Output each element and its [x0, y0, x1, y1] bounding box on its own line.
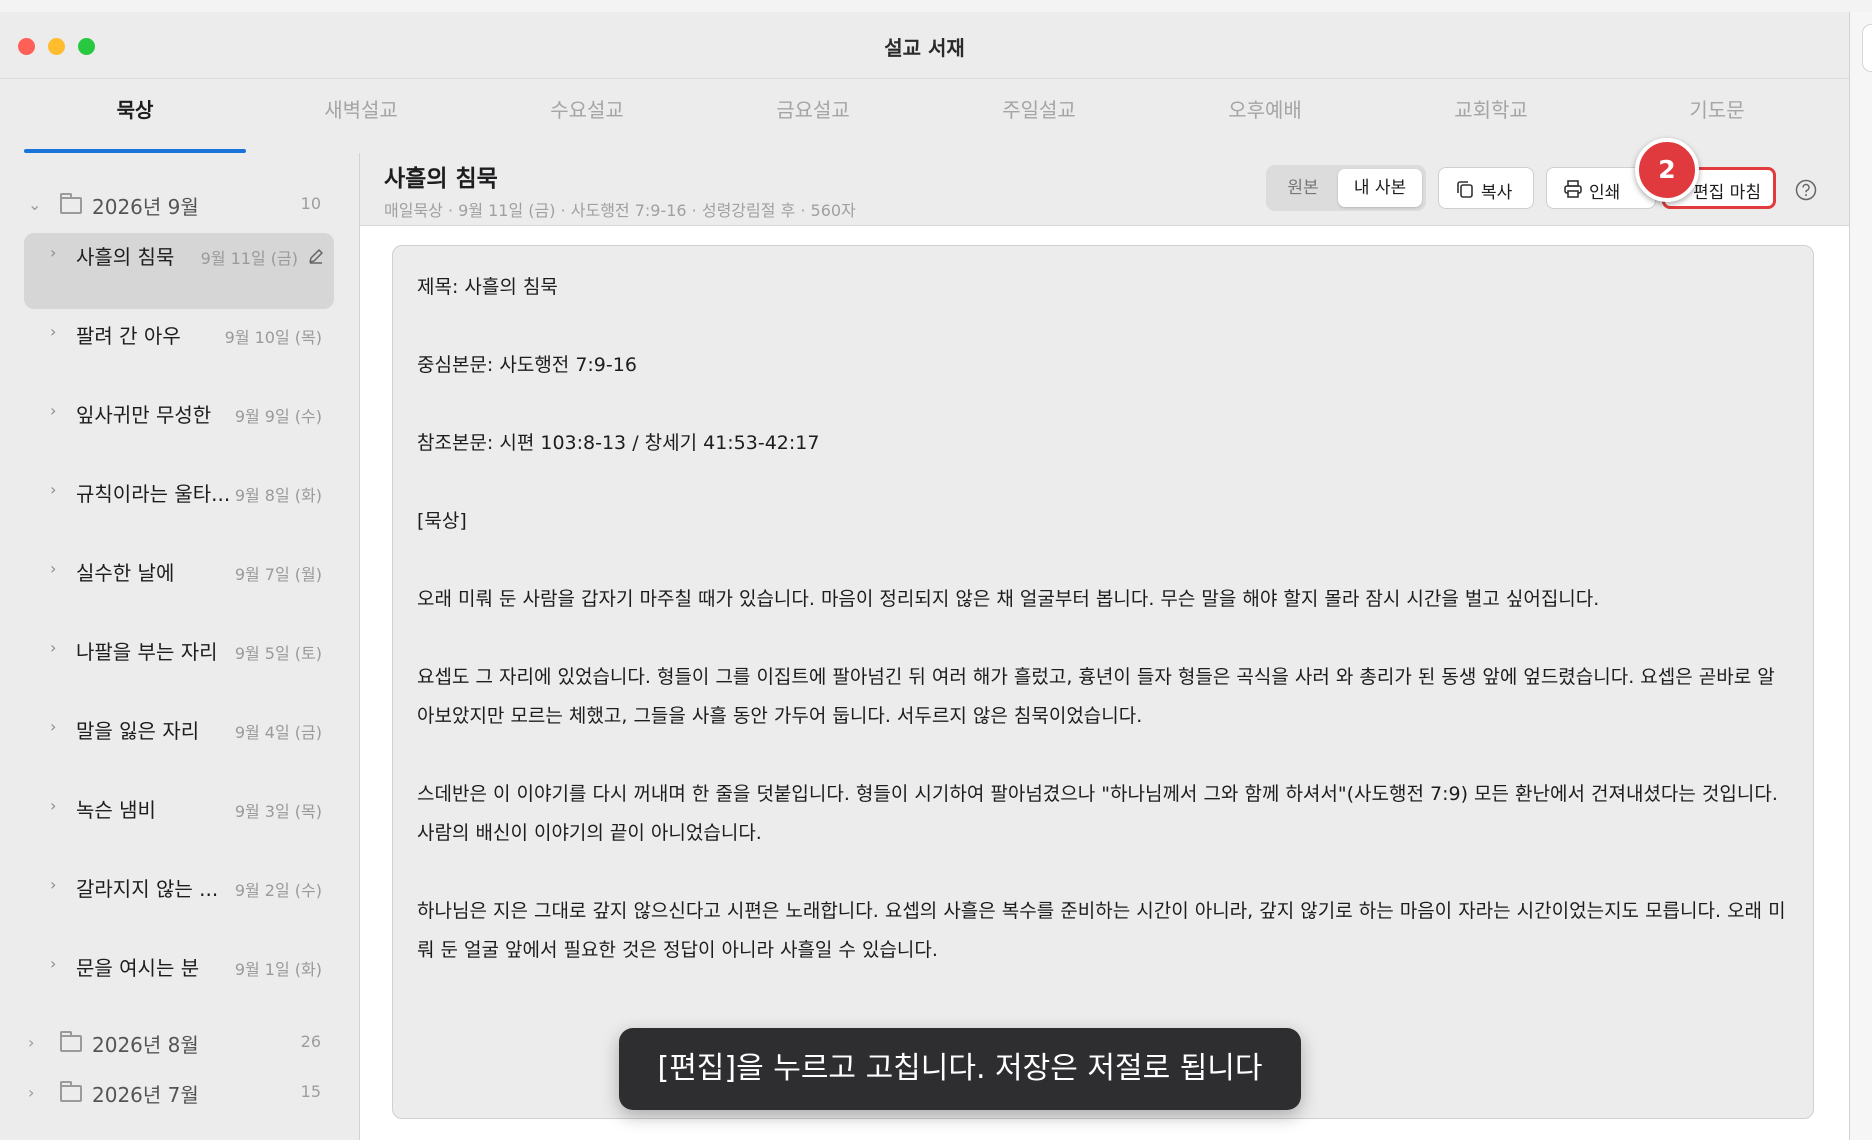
entry-title: 실수한 날에	[76, 561, 175, 585]
folder-count: 15	[300, 1082, 321, 1101]
paragraph-section-heading: [묵상]	[417, 510, 467, 532]
tab-wednesday-sermon[interactable]: 수요설교	[474, 79, 700, 153]
my-copy-option[interactable]: 내 사본	[1338, 169, 1422, 207]
tab-sunday-sermon[interactable]: 주일설교	[926, 79, 1152, 153]
entry-title: 녹슨 냄비	[76, 798, 156, 822]
tutorial-toast: [편집]을 누르고 고칩니다. 저장은 저절로 됩니다	[619, 1028, 1301, 1110]
document-title: 사흘의 침묵	[384, 166, 498, 192]
chevron-right-icon: ›	[50, 717, 57, 736]
list-item[interactable]: › 문을 여시는 분 9월 1일 (화)	[24, 944, 334, 1020]
document-meta: 매일묵상 · 9월 11일 (금) · 사도행전 7:9-16 · 성령강림절 …	[384, 201, 856, 220]
entry-title: 말을 잃은 자리	[76, 719, 200, 743]
printer-icon	[1564, 180, 1582, 198]
tutorial-step-badge: 2	[1635, 138, 1699, 202]
paragraph: 하나님은 지은 그대로 갚지 않으신다고 시편은 노래합니다. 요셉의 사흘은 …	[417, 900, 1786, 961]
document-header: 사흘의 침묵 매일묵상 · 9월 11일 (금) · 사도행전 7:9-16 ·…	[360, 153, 1849, 226]
list-item[interactable]: › 나팔을 부는 자리 9월 5일 (토)	[24, 628, 334, 704]
entry-title: 규칙이라는 울타...	[76, 482, 231, 506]
document-editor[interactable]: 제목: 사흘의 침묵 중심본문: 사도행전 7:9-16 참조본문: 시편 10…	[392, 245, 1814, 1119]
chevron-down-icon: ⌄	[28, 195, 42, 214]
entry-date: 9월 9일 (수)	[234, 407, 322, 426]
entry-date: 9월 7일 (월)	[234, 565, 322, 584]
chevron-right-icon: ›	[28, 1083, 35, 1102]
copy-label: 복사	[1481, 183, 1513, 203]
list-item[interactable]: › 말을 잃은 자리 9월 4일 (금)	[24, 707, 334, 783]
paragraph-title: 제목: 사흘의 침묵	[417, 276, 558, 298]
paragraph-main-passage: 중심본문: 사도행전 7:9-16	[417, 354, 637, 376]
folder-2026-09[interactable]: ⌄ 2026년 9월 10	[0, 187, 359, 227]
folder-name: 2026년 8월	[92, 1033, 199, 1057]
entry-date: 9월 5일 (토)	[234, 644, 322, 663]
folder-2026-08[interactable]: › 2026년 8월 26	[0, 1025, 359, 1065]
folder-2026-07[interactable]: › 2026년 7월 15	[0, 1075, 359, 1115]
paragraph-reference-passage: 참조본문: 시편 103:8-13 / 창세기 41:53-42:17	[417, 432, 820, 454]
folder-icon	[60, 193, 82, 214]
tab-prayers[interactable]: 기도문	[1604, 79, 1830, 153]
list-item[interactable]: › 팔려 간 아우 9월 10일 (목)	[24, 312, 334, 388]
tab-afternoon-service[interactable]: 오후예배	[1152, 79, 1378, 153]
folder-count: 10	[300, 194, 321, 213]
copy-button[interactable]: 복사	[1438, 167, 1534, 209]
category-tab-bar: 묵상 새벽설교 수요설교 금요설교 주일설교 오후예배 교회학교 기도문	[0, 78, 1849, 154]
entry-date: 9월 10일 (목)	[224, 328, 322, 347]
folder-name: 2026년 9월	[92, 195, 199, 219]
entry-title: 잎사귀만 무성한	[76, 403, 212, 427]
sidebar: ⌄ 2026년 9월 10 › 사흘의 침묵 9월 11일 (금) › 팔려 간…	[0, 153, 360, 1140]
list-item[interactable]: › 규칙이라는 울타... 9월 8일 (화)	[24, 470, 334, 546]
chevron-right-icon: ›	[50, 401, 57, 420]
chevron-right-icon: ›	[50, 243, 57, 262]
finish-edit-label: 편집 마침	[1693, 183, 1761, 203]
original-version-option[interactable]: 원본	[1270, 169, 1336, 207]
entry-title: 문을 여시는 분	[76, 956, 200, 980]
tab-friday-sermon[interactable]: 금요설교	[700, 79, 926, 153]
print-label: 인쇄	[1589, 183, 1621, 203]
entry-date: 9월 11일 (금)	[200, 249, 298, 268]
chevron-right-icon: ›	[50, 559, 57, 578]
folder-count: 26	[300, 1032, 321, 1051]
list-item[interactable]: › 잎사귀만 무성한 9월 9일 (수)	[24, 391, 334, 467]
entry-title: 사흘의 침묵	[76, 245, 175, 269]
tab-dawn-sermon[interactable]: 새벽설교	[248, 79, 474, 153]
help-icon[interactable]	[1795, 179, 1817, 201]
chevron-right-icon: ›	[50, 322, 57, 341]
tab-church-school[interactable]: 교회학교	[1378, 79, 1604, 153]
entry-title: 팔려 간 아우	[76, 324, 181, 348]
chevron-right-icon: ›	[28, 1033, 35, 1052]
copy-icon	[1457, 181, 1473, 198]
folder-icon	[60, 1081, 82, 1102]
tab-meditation[interactable]: 묵상	[22, 79, 248, 153]
title-bar: 설교 서재	[0, 12, 1849, 78]
paragraph: 요셉도 그 자리에 있었습니다. 형들이 그를 이집트에 팔아넘긴 뒤 여러 해…	[417, 666, 1775, 727]
chevron-right-icon: ›	[50, 796, 57, 815]
paragraph: 스데반은 이 이야기를 다시 꺼내며 한 줄을 덧붙입니다. 형들이 시기하여 …	[417, 783, 1778, 844]
chevron-right-icon: ›	[50, 954, 57, 973]
document-pane: 사흘의 침묵 매일묵상 · 9월 11일 (금) · 사도행전 7:9-16 ·…	[360, 153, 1849, 1140]
adjacent-window-edge	[1862, 24, 1872, 72]
chevron-right-icon: ›	[50, 480, 57, 499]
folder-icon	[60, 1031, 82, 1052]
paragraph: 오래 미뤄 둔 사람을 갑자기 마주칠 때가 있습니다. 마음이 정리되지 않은…	[417, 588, 1600, 610]
list-item[interactable]: › 갈라지지 않는 ... 9월 2일 (수)	[24, 865, 334, 941]
window-title: 설교 서재	[884, 36, 965, 60]
app-window: 설교 서재 묵상 새벽설교 수요설교 금요설교 주일설교 오후예배 교회학교 기…	[0, 12, 1850, 1140]
entry-date: 9월 4일 (금)	[234, 723, 322, 742]
folder-name: 2026년 7월	[92, 1083, 199, 1107]
entry-date: 9월 1일 (화)	[234, 960, 322, 979]
version-toggle: 원본 내 사본	[1266, 165, 1426, 211]
list-item[interactable]: › 녹슨 냄비 9월 3일 (목)	[24, 786, 334, 862]
entry-date: 9월 2일 (수)	[234, 881, 322, 900]
pencil-icon	[309, 249, 323, 264]
entry-date: 9월 3일 (목)	[234, 802, 322, 821]
list-item[interactable]: › 실수한 날에 9월 7일 (월)	[24, 549, 334, 625]
list-item[interactable]: › 사흘의 침묵 9월 11일 (금)	[24, 233, 334, 309]
desktop-background-right	[1850, 12, 1872, 1140]
entry-date: 9월 8일 (화)	[234, 486, 322, 505]
chevron-right-icon: ›	[50, 638, 57, 657]
entry-title: 갈라지지 않는 ...	[76, 877, 219, 901]
entry-title: 나팔을 부는 자리	[76, 640, 218, 664]
chevron-right-icon: ›	[50, 875, 57, 894]
